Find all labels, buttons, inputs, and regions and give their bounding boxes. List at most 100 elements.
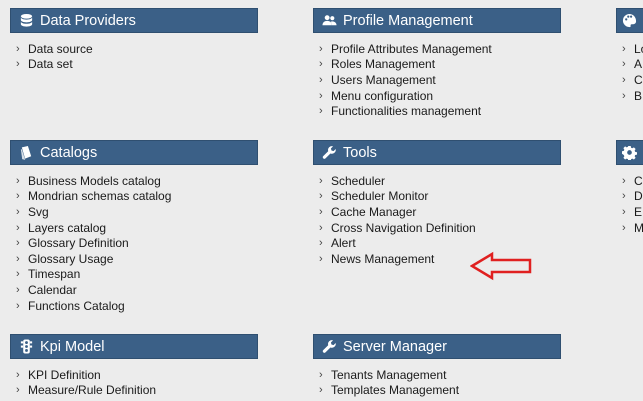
menu-item-cache-manager[interactable]: › Cache Manager [313,204,561,220]
red-arrow-annotation [470,251,532,281]
chevron-right-icon: › [319,252,323,265]
chevron-right-icon: › [622,221,626,234]
menu-item-data-set[interactable]: › Data set [10,57,258,73]
chevron-right-icon: › [16,205,20,218]
wrench-icon [321,339,337,355]
menu-item-kpi-definition[interactable]: › KPI Definition [10,367,258,383]
menu-list: › C › D › E › M [616,173,643,235]
panel-header-kpi-model: Kpi Model [10,334,258,359]
chevron-right-icon: › [16,221,20,234]
panel-title: Server Manager [343,338,447,355]
menu-item-partial[interactable]: › E [616,204,643,220]
panel-title: Tools [343,144,377,161]
menu-item-business-models[interactable]: › Business Models catalog [10,173,258,189]
menu-list: ›Lo ›A ›C ›B [616,41,643,103]
panel-partial-mid-right: › C › D › E › M [616,140,643,235]
chevron-right-icon: › [16,252,20,265]
chevron-right-icon: › [622,190,626,203]
chevron-right-icon: › [16,268,20,281]
chevron-right-icon: › [622,174,626,187]
panel-title: Catalogs [40,144,98,161]
panel-header-server-manager: Server Manager [313,334,561,359]
chevron-right-icon: › [16,299,20,312]
panel-data-providers: Data Providers › Data source › Data set [10,8,258,72]
chevron-right-icon: › [16,174,20,187]
chevron-right-icon: › [16,368,20,381]
menu-item-partial[interactable]: › M [616,220,643,236]
book-icon [18,145,34,161]
panel-kpi-model: Kpi Model › KPI Definition › Measure/Rule … [10,334,258,398]
menu-list: › Data source › Data set [10,41,258,72]
panel-partial-top-right: ›Lo ›A ›C ›B [616,8,643,103]
panel-tools: Tools › Scheduler › Scheduler Monitor › Cac… [313,140,561,267]
menu-item-mondrian-schemas[interactable]: › Mondrian schemas catalog [10,189,258,205]
menu-item-timespan[interactable]: › Timespan [10,267,258,283]
menu-item-glossary-usage[interactable]: › Glossary Usage [10,251,258,267]
chevron-right-icon: › [622,42,626,55]
panel-server-manager: Server Manager › Tenants Management › Temp… [313,334,561,398]
menu-item-data-source[interactable]: › Data source [10,41,258,57]
chevron-right-icon: › [16,190,20,203]
menu-item-roles[interactable]: › Roles Management [313,57,561,73]
panel-header-tools: Tools [313,140,561,165]
menu-list: › Business Models catalog › Mondrian schem… [10,173,258,313]
menu-item-partial[interactable]: ›Lo [616,41,643,57]
gear-icon [621,145,637,161]
menu-item-partial[interactable]: › D [616,189,643,205]
menu-item-profile-attributes[interactable]: › Profile Attributes Management [313,41,561,57]
chevron-right-icon: › [319,89,323,102]
menu-item-partial[interactable]: › A [616,57,643,73]
menu-item-scheduler-monitor[interactable]: › Scheduler Monitor [313,189,561,205]
panel-header-partial [616,8,643,33]
menu-item-functions-catalog[interactable]: › Functions Catalog [10,298,258,314]
chevron-right-icon: › [319,42,323,55]
chevron-right-icon: › [319,105,323,118]
panel-profile-management: Profile Management › Profile Attributes M… [313,8,561,119]
chevron-right-icon: › [319,190,323,203]
chevron-right-icon: › [622,205,626,218]
menu-item-partial[interactable]: › B [616,88,643,104]
chevron-right-icon: › [319,73,323,86]
traffic-light-icon [18,339,34,355]
wrench-icon [321,145,337,161]
menu-item-measure-rule[interactable]: › Measure/Rule Definition [10,383,258,399]
panel-header-partial [616,140,643,165]
panel-catalogs: Catalogs › Business Models catalog › Mondr… [10,140,258,313]
chevron-right-icon: › [319,174,323,187]
menu-item-users[interactable]: › Users Management [313,72,561,88]
menu-item-partial[interactable]: › C [616,173,643,189]
menu-item-svg[interactable]: › Svg [10,204,258,220]
menu-list: › Profile Attributes Management › Roles Ma… [313,41,561,119]
menu-item-partial[interactable]: › C [616,72,643,88]
chevron-right-icon: › [622,58,626,71]
menu-item-templates[interactable]: › Templates Management [313,383,561,399]
chevron-right-icon: › [622,89,626,102]
menu-list: › Tenants Management › Templates Managemen… [313,367,561,398]
chevron-right-icon: › [319,221,323,234]
menu-item-menu-configuration[interactable]: › Menu configuration [313,88,561,104]
menu-item-functionalities[interactable]: › Functionalities management [313,103,561,119]
chevron-right-icon: › [16,58,20,71]
chevron-right-icon: › [16,237,20,250]
panel-title: Data Providers [40,12,136,29]
menu-item-glossary-definition[interactable]: › Glossary Definition [10,235,258,251]
database-icon [18,13,34,29]
menu-item-calendar[interactable]: › Calendar [10,282,258,298]
menu-item-tenants[interactable]: › Tenants Management [313,367,561,383]
chevron-right-icon: › [319,237,323,250]
menu-item-cross-navigation[interactable]: › Cross Navigation Definition [313,220,561,236]
users-icon [321,13,337,29]
menu-item-layers-catalog[interactable]: › Layers catalog [10,220,258,236]
menu-item-scheduler[interactable]: › Scheduler [313,173,561,189]
menu-list: › KPI Definition › Measure/Rule Definition [10,367,258,398]
menu-item-alert[interactable]: › Alert [313,235,561,251]
chevron-right-icon: › [319,205,323,218]
chevron-right-icon: › [622,73,626,86]
chevron-right-icon: › [319,58,323,71]
chevron-right-icon: › [16,384,20,397]
chevron-right-icon: › [16,42,20,55]
palette-icon [621,13,637,29]
panel-header-catalogs: Catalogs [10,140,258,165]
chevron-right-icon: › [16,283,20,296]
panel-title: Kpi Model [40,338,105,355]
